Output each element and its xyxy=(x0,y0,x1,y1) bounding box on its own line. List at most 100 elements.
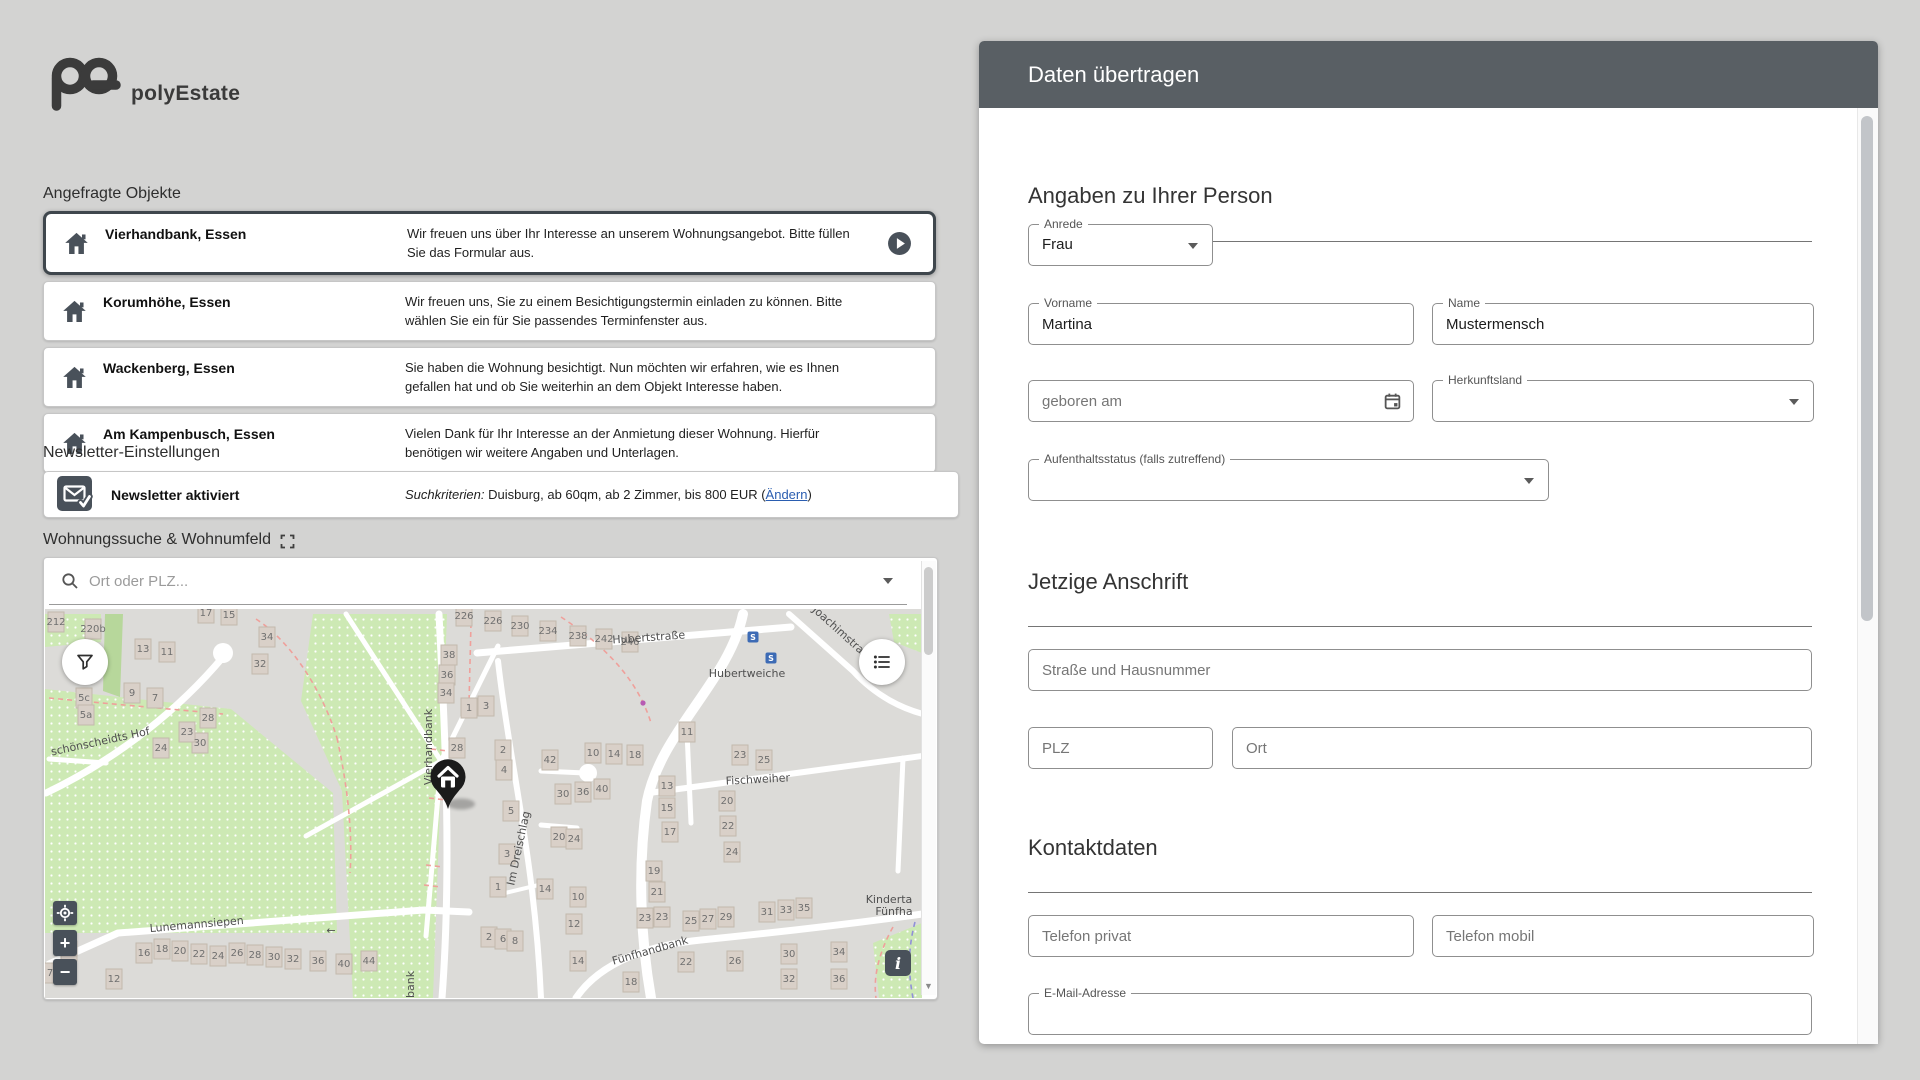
map-house-number: 12 xyxy=(108,974,121,985)
telefon-mobil-field xyxy=(1432,915,1814,957)
fullscreen-icon[interactable] xyxy=(280,532,295,549)
map-house-number: 17 xyxy=(200,609,213,619)
map-house-number: 19 xyxy=(648,866,661,877)
map-scrollbar-thumb[interactable] xyxy=(924,567,933,655)
brand-logo-icon xyxy=(43,54,121,112)
requested-objects-heading: Angefragte Objekte xyxy=(43,185,181,203)
map-house-number: 40 xyxy=(338,959,351,970)
map-poi-dot xyxy=(640,700,645,705)
geboren-am-input[interactable] xyxy=(1029,381,1413,421)
name-field: Name xyxy=(1432,303,1814,345)
map-house-number: 3 xyxy=(483,701,489,712)
map-house-number: 22 xyxy=(680,957,693,968)
map-house-number: 5c xyxy=(78,693,90,704)
object-card[interactable]: Korumhöhe, Essen Wir freuen uns, Sie zu … xyxy=(43,281,936,341)
map-transit-glyph: S xyxy=(750,633,756,642)
map-house-number: 18 xyxy=(629,750,642,761)
map-geolocate-button[interactable] xyxy=(53,901,77,925)
map-house-number: 226 xyxy=(454,611,473,622)
address-section-heading: Jetzige Anschrift xyxy=(1028,569,1188,595)
plz-input[interactable] xyxy=(1029,728,1212,768)
map-house-number: 15 xyxy=(661,803,674,814)
map-house-number: 36 xyxy=(312,956,325,967)
aufenthaltsstatus-select[interactable]: Aufenthaltsstatus (falls zutreffend) xyxy=(1028,459,1549,501)
telefon-privat-input[interactable] xyxy=(1029,916,1413,956)
map-house-number: 1 xyxy=(466,703,472,714)
panel-scrollbar-thumb[interactable] xyxy=(1861,116,1873,621)
map-house-number: 7 xyxy=(152,693,158,704)
ort-field xyxy=(1232,727,1812,769)
herkunftsland-select[interactable]: Herkunftsland xyxy=(1432,380,1814,422)
criteria-suffix: ) xyxy=(807,487,811,502)
anrede-select[interactable]: Anrede Frau xyxy=(1028,224,1213,266)
map-house-number: 42 xyxy=(544,755,557,766)
map-house-number: 11 xyxy=(161,647,174,658)
map-house-number: 25 xyxy=(685,916,698,927)
object-title: Am Kampenbusch, Essen xyxy=(103,418,391,442)
requested-objects-list: Vierhandbank, Essen Wir freuen uns über … xyxy=(43,211,936,473)
object-card[interactable]: Am Kampenbusch, Essen Vielen Dank für Ih… xyxy=(43,413,936,473)
map-zoom-in-button[interactable]: + xyxy=(53,930,77,956)
map-house-number: 13 xyxy=(137,644,150,655)
map-house-number: 32 xyxy=(783,974,796,985)
map-house-number: 24 xyxy=(568,834,581,845)
vorname-input[interactable] xyxy=(1029,304,1413,344)
object-description: Vielen Dank für Ihr Interesse an der Anm… xyxy=(405,424,861,463)
map-scrollbar[interactable]: ▼ xyxy=(921,561,936,995)
house-icon xyxy=(59,297,89,326)
map-filter-button[interactable] xyxy=(62,639,108,685)
object-card[interactable]: Wackenberg, Essen Sie haben die Wohnung … xyxy=(43,347,936,407)
calendar-icon[interactable] xyxy=(1383,392,1402,411)
map-info-button[interactable]: i xyxy=(885,950,911,976)
map-house-number: 10 xyxy=(587,748,600,759)
map-house-number: 31 xyxy=(761,907,774,918)
email-label: E-Mail-Adresse xyxy=(1039,986,1131,1000)
map-zoom-out-button[interactable]: − xyxy=(53,959,77,985)
newsletter-change-link[interactable]: Ändern xyxy=(766,487,808,502)
ort-input[interactable] xyxy=(1233,728,1811,768)
strasse-field xyxy=(1028,649,1812,691)
map[interactable]: 212220b171513113432975c5a283024232262302… xyxy=(45,609,922,998)
plz-field xyxy=(1028,727,1213,769)
map-house-number: 23 xyxy=(734,750,747,761)
map-house-number: 17 xyxy=(664,827,677,838)
map-house-number: 44 xyxy=(363,956,376,967)
telefon-mobil-input[interactable] xyxy=(1433,916,1813,956)
map-house-number: 24 xyxy=(726,847,739,858)
map-list-button[interactable] xyxy=(859,639,905,685)
map-house-number: 238 xyxy=(568,631,587,642)
map-street-label: Vierhandbank xyxy=(404,970,417,998)
map-house-number: 1 xyxy=(495,882,501,893)
email-input[interactable] xyxy=(1029,994,1811,1034)
map-house-number: 34 xyxy=(440,688,453,699)
map-card: 212220b171513113432975c5a283024232262302… xyxy=(43,557,938,1000)
anrede-value: Frau xyxy=(1042,236,1073,253)
map-house-number: 21 xyxy=(651,887,664,898)
aufenthaltsstatus-label: Aufenthaltsstatus (falls zutreffend) xyxy=(1039,452,1230,466)
scroll-down-arrow-icon[interactable]: ▼ xyxy=(924,981,933,991)
map-house-number: 24 xyxy=(212,951,225,962)
map-house-number: 28 xyxy=(202,713,215,724)
chevron-down-icon[interactable] xyxy=(883,578,893,584)
map-house-number: 23 xyxy=(656,912,669,923)
house-icon xyxy=(61,229,91,258)
map-search-input[interactable] xyxy=(87,572,883,591)
object-card[interactable]: Vierhandbank, Essen Wir freuen uns über … xyxy=(43,211,936,275)
map-house-number: 5 xyxy=(508,806,514,817)
map-house-number: 230 xyxy=(510,621,529,632)
panel-scrollbar[interactable] xyxy=(1857,108,1878,1044)
object-title: Korumhöhe, Essen xyxy=(103,286,391,310)
map-house-number: 32 xyxy=(287,954,300,965)
map-section-heading: Wohnungssuche & Wohnumfeld xyxy=(43,531,271,549)
email-field: E-Mail-Adresse xyxy=(1028,993,1812,1035)
map-house-number: 30 xyxy=(783,949,796,960)
object-title: Vierhandbank, Essen xyxy=(105,218,393,242)
object-play-button[interactable] xyxy=(873,231,925,256)
strasse-input[interactable] xyxy=(1029,650,1811,690)
name-input[interactable] xyxy=(1433,304,1813,344)
map-house-number: 2 xyxy=(500,745,506,756)
map-house-number: 26 xyxy=(231,948,244,959)
map-house-number: 38 xyxy=(443,650,456,661)
map-house-number: 10 xyxy=(572,892,585,903)
map-house-number: 26 xyxy=(729,956,742,967)
